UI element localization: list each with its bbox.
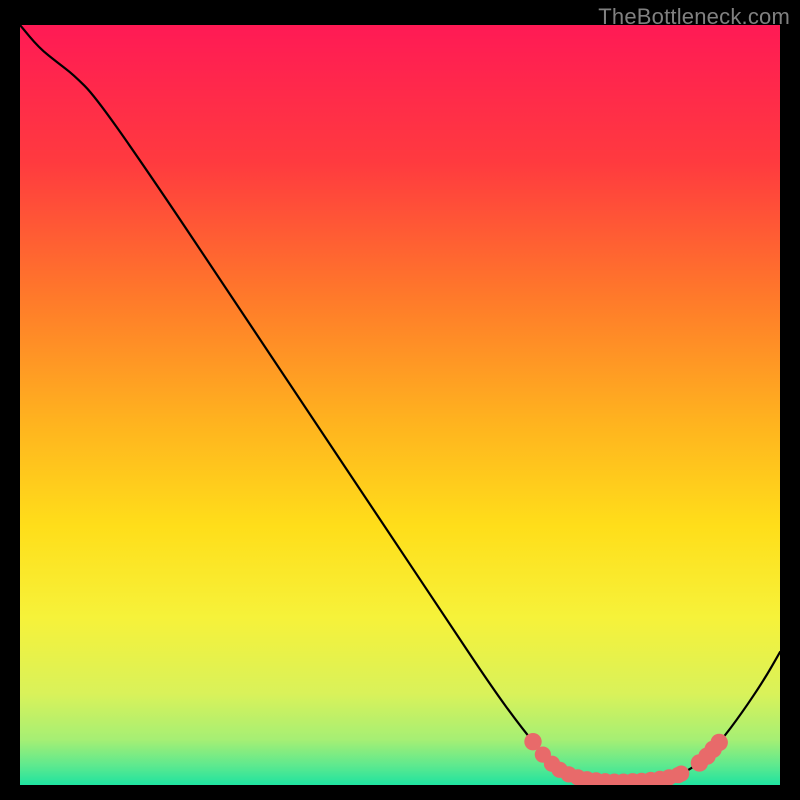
curve-marker <box>673 765 689 781</box>
plot-svg <box>20 25 780 785</box>
curve-marker <box>711 734 728 751</box>
gradient-background <box>20 25 780 785</box>
plot-outer <box>20 25 780 785</box>
attribution-text: TheBottleneck.com <box>598 4 790 30</box>
chart-frame: TheBottleneck.com <box>0 0 800 800</box>
